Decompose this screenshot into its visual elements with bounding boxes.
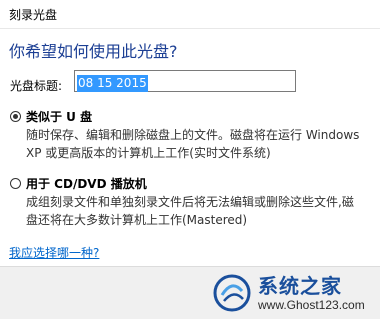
disc-title-value: 08 15 2015 (77, 75, 148, 92)
which-to-choose-link[interactable]: 我应选择哪一种? (9, 244, 99, 261)
page-heading: 你希望如何使用此光盘? (9, 42, 178, 61)
footer-panel: 系统之家 www.Ghost123.com (0, 266, 380, 319)
window-title: 刻录光盘 (9, 8, 58, 22)
cd-dvd-option-desc-line1: 成组刻录文件和单独刻录文件后将无法编辑或删除这些文件,磁 (26, 195, 354, 209)
cd-dvd-option-label[interactable]: 用于 CD/DVD 播放机 (26, 175, 147, 192)
usb-option-desc-line1: 随时保存、编辑和删除磁盘上的文件。磁盘将在运行 Windows (26, 128, 360, 142)
usb-option-label[interactable]: 类似于 U 盘 (26, 108, 92, 125)
usb-option-desc-line2: XP 或更高版本的计算机上工作(实时文件系统) (26, 146, 271, 160)
title-bar: 刻录光盘 (0, 0, 380, 29)
usb-option-radio[interactable] (10, 111, 21, 122)
watermark-logo-icon (213, 274, 251, 312)
cd-dvd-option-desc-line2: 盘还将在大多数计算机上工作(Mastered) (26, 213, 248, 227)
disc-title-label: 光盘标题: (10, 79, 63, 93)
watermark-name: 系统之家 (258, 274, 342, 298)
disc-title-input[interactable]: 08 15 2015 (74, 70, 296, 92)
cd-dvd-option-radio[interactable] (10, 178, 21, 189)
watermark-url: www.Ghost123.com (258, 298, 365, 312)
